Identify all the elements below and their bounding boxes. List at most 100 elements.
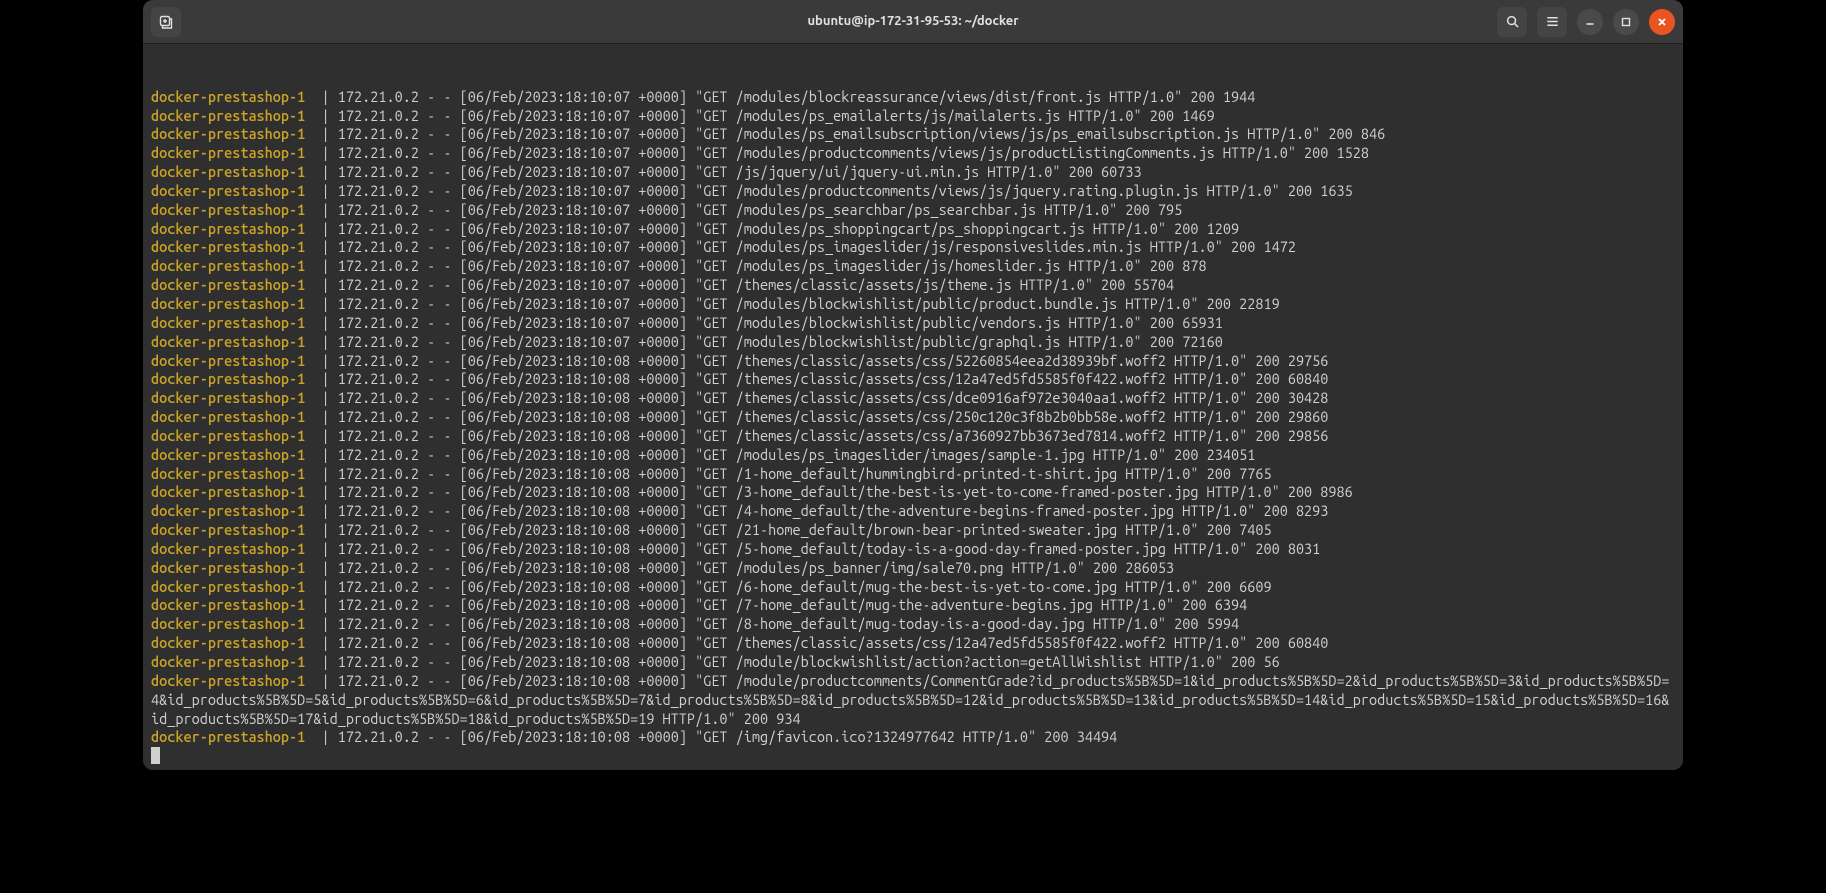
log-line: docker-prestashop-1 | 172.21.0.2 - - [06…: [151, 352, 1677, 371]
log-container-name: docker-prestashop-1: [151, 483, 305, 500]
log-separator: |: [305, 163, 337, 180]
log-timestamp: [06/Feb/2023:18:10:07 +0000]: [460, 314, 687, 331]
log-client-ip: 172.21.0.2 - -: [338, 276, 460, 293]
terminal-output[interactable]: docker-prestashop-1 | 172.21.0.2 - - [06…: [149, 88, 1683, 770]
log-client-ip: 172.21.0.2 - -: [338, 483, 460, 500]
log-timestamp: [06/Feb/2023:18:10:08 +0000]: [460, 389, 687, 406]
log-line: docker-prestashop-1 | 172.21.0.2 - - [06…: [151, 333, 1677, 352]
log-container-name: docker-prestashop-1: [151, 276, 305, 293]
log-line: docker-prestashop-1 | 172.21.0.2 - - [06…: [151, 182, 1677, 201]
log-container-name: docker-prestashop-1: [151, 370, 305, 387]
log-client-ip: 172.21.0.2 - -: [338, 408, 460, 425]
log-separator: |: [305, 446, 337, 463]
log-client-ip: 172.21.0.2 - -: [338, 125, 460, 142]
log-client-ip: 172.21.0.2 - -: [338, 88, 460, 105]
log-container-name: docker-prestashop-1: [151, 238, 305, 255]
log-line: docker-prestashop-1 | 172.21.0.2 - - [06…: [151, 370, 1677, 389]
log-separator: |: [305, 257, 337, 274]
log-timestamp: [06/Feb/2023:18:10:08 +0000]: [460, 370, 687, 387]
log-client-ip: 172.21.0.2 - -: [338, 465, 460, 482]
log-request: "GET /modules/productcomments/views/js/j…: [695, 182, 1353, 199]
log-client-ip: 172.21.0.2 - -: [338, 728, 460, 745]
log-separator: |: [305, 144, 337, 161]
new-tab-button[interactable]: [151, 7, 181, 37]
log-separator: |: [305, 295, 337, 312]
log-request: "GET /modules/ps_imageslider/js/responsi…: [695, 238, 1296, 255]
log-client-ip: 172.21.0.2 - -: [338, 653, 460, 670]
log-timestamp: [06/Feb/2023:18:10:08 +0000]: [460, 408, 687, 425]
log-container-name: docker-prestashop-1: [151, 578, 305, 595]
text-cursor: [151, 747, 160, 764]
log-client-ip: 172.21.0.2 - -: [338, 559, 460, 576]
log-line: docker-prestashop-1 | 172.21.0.2 - - [06…: [151, 446, 1677, 465]
terminal-body[interactable]: docker-prestashop-1 | 172.21.0.2 - - [06…: [143, 44, 1683, 770]
log-client-ip: 172.21.0.2 - -: [338, 314, 460, 331]
log-container-name: docker-prestashop-1: [151, 125, 305, 142]
log-timestamp: [06/Feb/2023:18:10:08 +0000]: [460, 465, 687, 482]
log-separator: |: [305, 672, 337, 689]
log-line: docker-prestashop-1 | 172.21.0.2 - - [06…: [151, 125, 1677, 144]
log-request: "GET /1-home_default/hummingbird-printed…: [695, 465, 1272, 482]
log-container-name: docker-prestashop-1: [151, 333, 305, 350]
log-separator: |: [305, 389, 337, 406]
log-client-ip: 172.21.0.2 - -: [338, 389, 460, 406]
log-timestamp: [06/Feb/2023:18:10:07 +0000]: [460, 257, 687, 274]
log-line: docker-prestashop-1 | 172.21.0.2 - - [06…: [151, 672, 1677, 729]
log-client-ip: 172.21.0.2 - -: [338, 596, 460, 613]
log-container-name: docker-prestashop-1: [151, 144, 305, 161]
log-line: docker-prestashop-1 | 172.21.0.2 - - [06…: [151, 408, 1677, 427]
log-request: "GET /themes/classic/assets/css/12a47ed5…: [695, 370, 1328, 387]
log-timestamp: [06/Feb/2023:18:10:07 +0000]: [460, 276, 687, 293]
log-line: docker-prestashop-1 | 172.21.0.2 - - [06…: [151, 427, 1677, 446]
log-line: docker-prestashop-1 | 172.21.0.2 - - [06…: [151, 728, 1677, 747]
menu-button[interactable]: [1537, 7, 1567, 37]
log-separator: |: [305, 728, 337, 745]
log-separator: |: [305, 352, 337, 369]
log-separator: |: [305, 465, 337, 482]
log-line: docker-prestashop-1 | 172.21.0.2 - - [06…: [151, 521, 1677, 540]
log-container-name: docker-prestashop-1: [151, 220, 305, 237]
log-container-name: docker-prestashop-1: [151, 521, 305, 538]
log-timestamp: [06/Feb/2023:18:10:08 +0000]: [460, 502, 687, 519]
log-container-name: docker-prestashop-1: [151, 540, 305, 557]
log-container-name: docker-prestashop-1: [151, 408, 305, 425]
log-client-ip: 172.21.0.2 - -: [338, 540, 460, 557]
log-container-name: docker-prestashop-1: [151, 201, 305, 218]
log-client-ip: 172.21.0.2 - -: [338, 182, 460, 199]
log-timestamp: [06/Feb/2023:18:10:07 +0000]: [460, 107, 687, 124]
minimize-button[interactable]: [1577, 9, 1603, 35]
log-separator: |: [305, 615, 337, 632]
log-request: "GET /themes/classic/assets/js/theme.js …: [695, 276, 1174, 293]
log-timestamp: [06/Feb/2023:18:10:08 +0000]: [460, 446, 687, 463]
log-timestamp: [06/Feb/2023:18:10:07 +0000]: [460, 201, 687, 218]
log-line: docker-prestashop-1 | 172.21.0.2 - - [06…: [151, 107, 1677, 126]
log-line: docker-prestashop-1 | 172.21.0.2 - - [06…: [151, 483, 1677, 502]
titlebar: ubuntu@ip-172-31-95-53: ~/docker: [143, 0, 1683, 44]
log-line: docker-prestashop-1 | 172.21.0.2 - - [06…: [151, 465, 1677, 484]
close-button[interactable]: [1649, 9, 1675, 35]
log-line: docker-prestashop-1 | 172.21.0.2 - - [06…: [151, 144, 1677, 163]
log-timestamp: [06/Feb/2023:18:10:08 +0000]: [460, 352, 687, 369]
log-client-ip: 172.21.0.2 - -: [338, 220, 460, 237]
window-title: ubuntu@ip-172-31-95-53: ~/docker: [807, 13, 1018, 30]
log-request: "GET /modules/blockreassurance/views/dis…: [695, 88, 1255, 105]
search-button[interactable]: [1497, 7, 1527, 37]
log-container-name: docker-prestashop-1: [151, 314, 305, 331]
log-line: docker-prestashop-1 | 172.21.0.2 - - [06…: [151, 559, 1677, 578]
log-container-name: docker-prestashop-1: [151, 446, 305, 463]
log-timestamp: [06/Feb/2023:18:10:07 +0000]: [460, 163, 687, 180]
log-timestamp: [06/Feb/2023:18:10:07 +0000]: [460, 144, 687, 161]
log-container-name: docker-prestashop-1: [151, 728, 305, 745]
log-request: "GET /modules/ps_imageslider/images/samp…: [695, 446, 1255, 463]
log-timestamp: [06/Feb/2023:18:10:08 +0000]: [460, 653, 687, 670]
maximize-button[interactable]: [1613, 9, 1639, 35]
log-separator: |: [305, 276, 337, 293]
log-timestamp: [06/Feb/2023:18:10:07 +0000]: [460, 295, 687, 312]
log-separator: |: [305, 182, 337, 199]
log-request: "GET /8-home_default/mug-today-is-a-good…: [695, 615, 1239, 632]
log-separator: |: [305, 540, 337, 557]
log-timestamp: [06/Feb/2023:18:10:08 +0000]: [460, 672, 687, 689]
log-request: "GET /modules/ps_banner/img/sale70.png H…: [695, 559, 1174, 576]
log-container-name: docker-prestashop-1: [151, 502, 305, 519]
terminal-window: ubuntu@ip-172-31-95-53: ~/docker: [143, 0, 1683, 770]
